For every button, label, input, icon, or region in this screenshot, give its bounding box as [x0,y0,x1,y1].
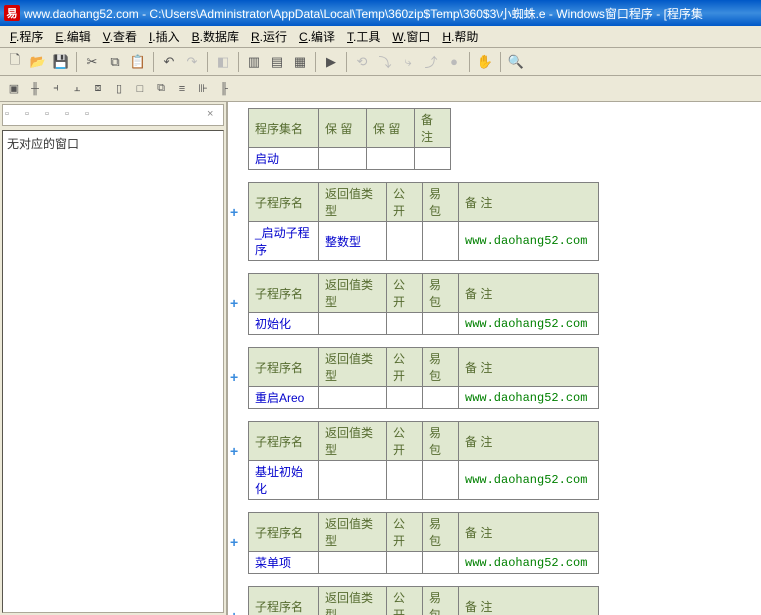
menu-h[interactable]: H.帮助 [436,26,484,47]
expand-icon[interactable]: + [230,608,242,615]
debug-a-button[interactable]: ⟲ [351,51,373,73]
redo-button[interactable]: ↷ [181,51,203,73]
t2-g[interactable]: □ [130,79,150,99]
expand-icon[interactable]: + [230,534,242,546]
layout-2-button[interactable]: ▤ [266,51,288,73]
menu-t[interactable]: T.工具 [341,26,386,47]
menu-e[interactable]: E.编辑 [49,26,96,47]
program-set-table: 程序集名保 留保 留备 注启动 [248,108,451,170]
code-editor-pane[interactable]: 程序集名保 留保 留备 注启动✎+子程序名返回值类型公开易包备 注_启动子程序整… [228,102,761,615]
tree-btn-4[interactable]: ▫ [65,108,79,122]
expand-icon[interactable]: + [230,295,242,307]
t2-d[interactable]: ⫠ [67,79,87,99]
find-button[interactable]: 🔍 [505,51,527,73]
menu-w[interactable]: W.窗口 [386,26,436,47]
expand-icon[interactable]: + [230,443,242,455]
tree-empty-text: 无对应的窗口 [7,137,79,151]
sub-ret[interactable] [319,461,387,500]
sub-pub[interactable] [387,222,423,261]
cut-button[interactable]: ✂ [81,51,103,73]
sub-ret[interactable]: 整数型 [319,222,387,261]
sub-name[interactable]: 重启Areo [249,387,319,409]
sub-pub[interactable] [387,313,423,335]
save-button[interactable]: 💾 [50,51,72,73]
copy-button[interactable]: ⧉ [104,51,126,73]
sub-table-0: 子程序名返回值类型公开易包备 注_启动子程序整数型www.daohang52.c… [248,182,599,261]
tree-btn-1[interactable]: ▫ [5,108,19,122]
sub-name[interactable]: 菜单项 [249,552,319,574]
sub-table-4: 子程序名返回值类型公开易包备 注菜单项www.daohang52.com [248,512,599,574]
menubar: F.程序E.编辑V.查看I.插入B.数据库R.运行C.编译T.工具W.窗口H.帮… [0,26,761,48]
sub-name[interactable]: 基址初始化 [249,461,319,500]
sub-pub[interactable] [387,552,423,574]
expand-icon[interactable]: + [230,204,242,216]
menu-b[interactable]: B.数据库 [186,26,245,47]
tree-btn-5[interactable]: ▫ [85,108,99,122]
left-pane: ▫ ▫ ▫ ▫ ▫ × 无对应的窗口 [0,102,228,615]
sub-ret[interactable] [319,313,387,335]
tree-btn-3[interactable]: ▫ [45,108,59,122]
t2-f[interactable]: ▯ [109,79,129,99]
layout-3-button[interactable]: ▦ [289,51,311,73]
t2-c[interactable]: ⫞ [46,79,66,99]
open-file-button[interactable]: 📂 [27,51,49,73]
breakpoint-button[interactable]: ● [443,51,465,73]
t2-a[interactable]: ▣ [4,79,24,99]
tree-btn-2[interactable]: ▫ [25,108,39,122]
sub-table-1: 子程序名返回值类型公开易包备 注初始化www.daohang52.com [248,273,599,335]
t2-i[interactable]: ≡ [172,79,192,99]
sub-remark[interactable]: www.daohang52.com [459,552,599,574]
t2-j[interactable]: ⊪ [193,79,213,99]
hand-button[interactable]: ✋ [474,51,496,73]
expand-icon[interactable]: + [230,369,242,381]
paste-button[interactable]: 📋 [127,51,149,73]
t2-h[interactable]: ⧉ [151,79,171,99]
sub-table-3: 子程序名返回值类型公开易包备 注基址初始化www.daohang52.com [248,421,599,500]
sub-pkg[interactable] [423,387,459,409]
sub-pkg[interactable] [423,313,459,335]
program-set-name[interactable]: 启动 [249,148,319,170]
menu-f[interactable]: F.程序 [4,26,49,47]
sub-table-5: 子程序名返回值类型公开易包备 注启动功能www.daohang52.com [248,586,599,615]
menu-r[interactable]: R.运行 [245,26,293,47]
t2-k[interactable]: ╟ [214,79,234,99]
menu-c[interactable]: C.编译 [293,26,341,47]
sub-remark[interactable]: www.daohang52.com [459,222,599,261]
sub-remark[interactable]: www.daohang52.com [459,387,599,409]
sub-ret[interactable] [319,387,387,409]
step-over-button[interactable]: ⤵ [374,51,396,73]
sub-pkg[interactable] [423,552,459,574]
sub-table-2: 子程序名返回值类型公开易包备 注重启Areowww.daohang52.com [248,347,599,409]
new-file-button[interactable]: 🗋 [4,51,26,73]
t2-e[interactable]: ⧈ [88,79,108,99]
step-into-button[interactable]: ⤷ [397,51,419,73]
window-titlebar: 易 www.daohang52.com - C:\Users\Administr… [0,0,761,26]
t2-b[interactable]: ╫ [25,79,45,99]
app-icon: 易 [4,5,20,21]
sub-ret[interactable] [319,552,387,574]
run-button[interactable]: ▶ [320,51,342,73]
sub-pkg[interactable] [423,222,459,261]
sub-remark[interactable]: www.daohang52.com [459,313,599,335]
undo-button[interactable]: ↶ [158,51,180,73]
step-out-button[interactable]: ⤴ [420,51,442,73]
tree-body: 无对应的窗口 [2,130,224,613]
layout-1-button[interactable]: ▥ [243,51,265,73]
sub-remark[interactable]: www.daohang52.com [459,461,599,500]
sub-pkg[interactable] [423,461,459,500]
tree-close-icon[interactable]: × [207,108,221,122]
menu-i[interactable]: I.插入 [143,26,186,47]
toolbar-secondary: ▣ ╫ ⫞ ⫠ ⧈ ▯ □ ⧉ ≡ ⊪ ╟ [0,76,761,102]
sub-name[interactable]: _启动子程序 [249,222,319,261]
tool-a-button[interactable]: ◧ [212,51,234,73]
menu-v[interactable]: V.查看 [97,26,143,47]
window-title: www.daohang52.com - C:\Users\Administrat… [24,5,703,22]
sub-pub[interactable] [387,461,423,500]
sub-name[interactable]: 初始化 [249,313,319,335]
tree-toolbar: ▫ ▫ ▫ ▫ ▫ × [2,104,224,126]
toolbar-main: 🗋 📂 💾 ✂ ⧉ 📋 ↶ ↷ ◧ ▥ ▤ ▦ ▶ ⟲ ⤵ ⤷ ⤴ ● ✋ 🔍 [0,48,761,76]
sub-pub[interactable] [387,387,423,409]
